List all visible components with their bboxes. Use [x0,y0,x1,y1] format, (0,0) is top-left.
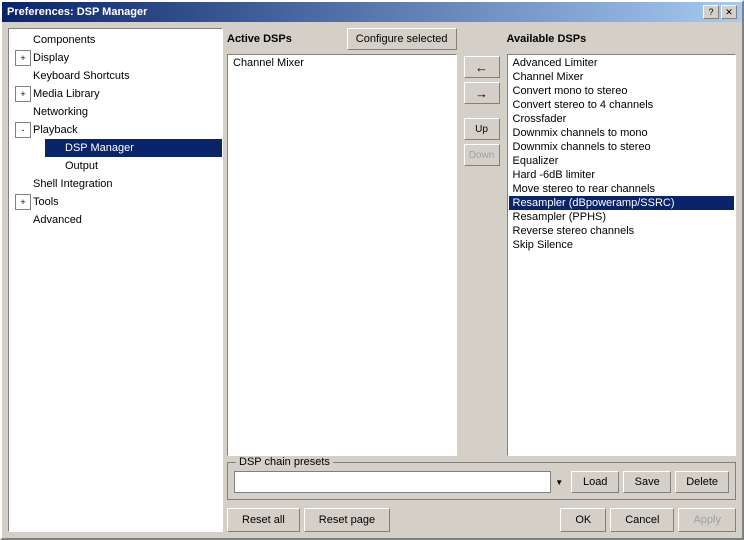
sidebar-item-tools[interactable]: + Tools [13,193,222,211]
expander-networking [15,104,31,120]
sidebar-tree: Components + Display Keyboard Shortcuts … [8,28,223,532]
sidebar-label-playback: Playback [33,124,78,136]
available-panel-title: Available DSPs [507,33,587,45]
window-title: Preferences: DSP Manager [7,6,147,18]
available-dsp-item[interactable]: Resampler (dBpoweramp/SSRC) [509,196,735,210]
active-dsp-list[interactable]: Channel Mixer [227,54,457,456]
active-panel-header: Active DSPs Configure selected [227,28,457,50]
apply-button[interactable]: Apply [678,508,736,532]
presets-section: DSP chain presets ▼ Load Save Delete [227,462,736,500]
bottom-bar: Reset all Reset page OK Cancel Apply [227,504,736,532]
preset-delete-button[interactable]: Delete [675,471,729,493]
sidebar-label-dsp: DSP Manager [65,142,134,154]
sidebar-item-networking[interactable]: Networking [13,103,222,121]
presets-row: ▼ Load Save Delete [234,471,729,493]
available-dsp-item[interactable]: Move stereo to rear channels [509,182,735,196]
available-dsp-item[interactable]: Equalizer [509,154,735,168]
expander-media[interactable]: + [15,86,31,102]
sidebar-label-output: Output [65,160,98,172]
sidebar-item-media-library[interactable]: + Media Library [13,85,222,103]
close-button[interactable]: ✕ [721,5,737,19]
sidebar-label-networking: Networking [33,106,88,118]
expander-components [15,32,31,48]
preset-select[interactable] [234,471,567,493]
presets-legend: DSP chain presets [236,456,333,468]
sidebar-label-keyboard: Keyboard Shortcuts [33,70,130,82]
sidebar-item-display[interactable]: + Display [13,49,222,67]
expander-output [47,158,63,174]
move-up-button[interactable]: Up [464,118,500,140]
available-dsp-item[interactable]: Hard -6dB limiter [509,168,735,182]
move-btn-group: Up Down [464,118,500,166]
window-content: Components + Display Keyboard Shortcuts … [2,22,742,538]
bottom-left-buttons: Reset all Reset page [227,508,390,532]
sidebar-label-tools: Tools [33,196,59,208]
bottom-right-buttons: OK Cancel Apply [560,508,736,532]
available-dsp-item[interactable]: Downmix channels to stereo [509,140,735,154]
expander-display[interactable]: + [15,50,31,66]
dsp-panels: Active DSPs Configure selected Channel M… [227,28,736,456]
expander-playback[interactable]: - [15,122,31,138]
available-dsp-list[interactable]: Advanced LimiterChannel MixerConvert mon… [507,54,737,456]
available-dsp-panel: Available DSPs Advanced LimiterChannel M… [507,28,737,456]
title-bar: Preferences: DSP Manager ? ✕ [2,2,742,22]
help-button[interactable]: ? [703,5,719,19]
active-panel-title: Active DSPs [227,33,292,45]
ok-button[interactable]: OK [560,508,606,532]
available-panel-header: Available DSPs [507,28,737,50]
expander-advanced [15,212,31,228]
sidebar-label-shell: Shell Integration [33,178,113,190]
reset-page-button[interactable]: Reset page [304,508,390,532]
move-left-button[interactable]: ← [464,56,500,78]
available-dsp-item[interactable]: Convert mono to stereo [509,84,735,98]
expander-dsp [47,140,63,156]
sidebar-item-dsp-manager[interactable]: DSP Manager [45,139,222,157]
sidebar-item-keyboard-shortcuts[interactable]: Keyboard Shortcuts [13,67,222,85]
preset-load-button[interactable]: Load [571,471,619,493]
available-dsp-item[interactable]: Reverse stereo channels [509,224,735,238]
arrow-panel: ← → Up Down [457,28,507,456]
active-dsp-panel: Active DSPs Configure selected Channel M… [227,28,457,456]
configure-selected-button[interactable]: Configure selected [347,28,457,50]
sidebar-label-advanced: Advanced [33,214,82,226]
preferences-window: Preferences: DSP Manager ? ✕ Components … [0,0,744,540]
sidebar-label-components: Components [33,34,95,46]
move-down-button[interactable]: Down [464,144,500,166]
available-dsp-item[interactable]: Convert stereo to 4 channels [509,98,735,112]
sidebar-item-output[interactable]: Output [45,157,222,175]
expander-keyboard [15,68,31,84]
preset-save-button[interactable]: Save [623,471,671,493]
cancel-button[interactable]: Cancel [610,508,674,532]
available-dsp-item[interactable]: Downmix channels to mono [509,126,735,140]
sidebar-item-advanced[interactable]: Advanced [13,211,222,229]
available-dsp-item[interactable]: Advanced Limiter [509,56,735,70]
sidebar-label-media: Media Library [33,88,100,100]
expander-shell [15,176,31,192]
move-right-button[interactable]: → [464,82,500,104]
preset-select-wrapper: ▼ [234,471,567,493]
sidebar-item-components[interactable]: Components [13,31,222,49]
available-dsp-item[interactable]: Resampler (PPHS) [509,210,735,224]
available-dsp-item[interactable]: Crossfader [509,112,735,126]
reset-all-button[interactable]: Reset all [227,508,300,532]
sidebar-label-display: Display [33,52,69,64]
main-area: Active DSPs Configure selected Channel M… [227,28,736,532]
available-dsp-item[interactable]: Skip Silence [509,238,735,252]
active-dsp-item-channel-mixer[interactable]: Channel Mixer [229,56,455,70]
sidebar-item-shell[interactable]: Shell Integration [13,175,222,193]
available-dsp-item[interactable]: Channel Mixer [509,70,735,84]
title-bar-buttons: ? ✕ [703,5,737,19]
expander-tools[interactable]: + [15,194,31,210]
sidebar-item-playback[interactable]: - Playback [13,121,222,139]
